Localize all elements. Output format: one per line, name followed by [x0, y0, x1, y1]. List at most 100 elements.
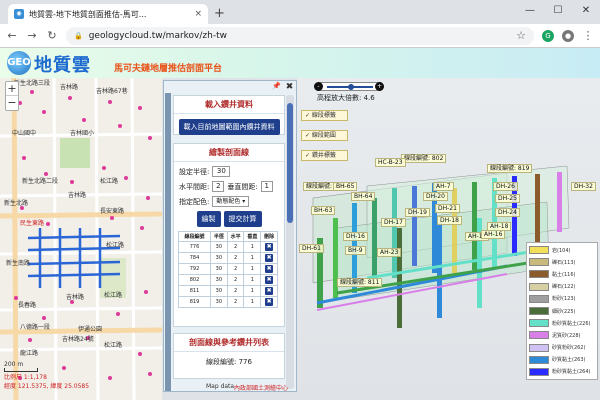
slider-handle[interactable] [348, 84, 354, 90]
map-label: 吉林路 [60, 84, 79, 91]
table-cell: 1 [243, 285, 262, 297]
delete-row-button[interactable]: ✖ [265, 276, 274, 284]
bookmark-star-icon[interactable]: ☆ [516, 29, 526, 42]
zoom-out-button[interactable]: − [6, 96, 18, 110]
legend-item: 粉砂(123) [529, 293, 595, 305]
table-cell: ✖ [260, 296, 278, 308]
browser-tab[interactable]: ◉ 地質雲-地下地質剖面推估-馬可... × [8, 4, 208, 24]
delete-row-button[interactable]: ✖ [265, 265, 274, 273]
zoom-in-button[interactable]: + [6, 82, 18, 96]
toggle-section-labels[interactable]: ✓ 線段標籤 [301, 110, 348, 121]
street-map[interactable]: 新生北路三段 吉林路 吉林路67巷 中山國中 吉林國小 新生北路二段 松江路 吉… [0, 78, 162, 400]
site-logo-text[interactable]: 地質雲 [34, 51, 91, 77]
panel-close-icon[interactable]: ✖ [286, 82, 294, 92]
legend-item: 砂質黏土(263) [529, 354, 595, 366]
tab-title: 地質雲-地下地質剖面推估-馬可... [29, 9, 147, 19]
panel-controls: 📌 ✖ [272, 82, 293, 92]
submit-compute-button[interactable]: 提交計算 [223, 211, 262, 227]
table-cell: 30 [209, 296, 228, 308]
table-cell: ✖ [260, 285, 278, 297]
v-spacing-input[interactable]: 1 [260, 181, 273, 192]
minimize-button[interactable]: — [516, 0, 544, 22]
section-label: 線段編號: 811 [337, 278, 383, 287]
draw-section-panel: 繪製剖面線 設定半徑: 30 水平間距: 2 垂直間距: 1 指定配色: 動態配… [173, 143, 285, 327]
borehole-label: AH-23 [377, 248, 402, 257]
toggle-section-range[interactable]: ✓ 線段範圍 [301, 130, 348, 141]
legend-swatch [529, 319, 549, 328]
slider-increase-button[interactable]: + [375, 82, 384, 91]
delete-row-button[interactable]: ✖ [265, 287, 274, 295]
map-label: 吉林路67巷 [96, 88, 128, 95]
map-scale: 200 m 比例尺 1:1,178 經度 121.5375, 緯度 25.058… [4, 361, 89, 390]
radius-input[interactable]: 30 [212, 166, 231, 177]
borehole-label: HC-B-23 [375, 158, 406, 167]
tab-close-icon[interactable]: × [194, 9, 202, 19]
map-label: 民生東路 [20, 220, 45, 227]
legend-label: 粉砂(123) [552, 296, 576, 303]
delete-row-button[interactable]: ✖ [265, 254, 274, 262]
borehole-label: BH-64 [351, 192, 376, 201]
back-icon[interactable]: ← [6, 29, 18, 42]
map-label: 長安東路 [100, 208, 125, 215]
map-label: 龍江路 [20, 350, 39, 357]
load-boreholes-button[interactable]: 載入目前地圖範圍內鑽井資料 [178, 119, 280, 135]
table-cell: 2 [226, 274, 245, 286]
legend-swatch [529, 331, 549, 340]
close-window-button[interactable]: ✕ [572, 0, 600, 22]
toggle-borehole-labels[interactable]: ✓ 鑽井標籤 [301, 150, 348, 161]
extension-icon[interactable]: G [542, 29, 554, 42]
pin-icon[interactable]: 📌 [272, 82, 281, 92]
map-label: 松江路 [106, 242, 125, 249]
browser-menu-icon[interactable]: ⋮ [582, 29, 594, 42]
table-row: 784 30 2 1 ✖ [178, 252, 278, 264]
draw-button[interactable]: 繪製 [196, 211, 221, 227]
section-label: 線段編號: 819 [487, 164, 533, 173]
forward-icon[interactable]: → [26, 29, 38, 42]
legend-item: 岩(104) [529, 244, 595, 256]
color-row: 指定配色: 動態配色 ▾ [179, 196, 279, 207]
v-spacing-label: 垂直間距: [227, 182, 258, 191]
account-avatar-icon[interactable]: ● [562, 29, 574, 42]
maximize-button[interactable]: ☐ [544, 0, 572, 22]
table-cell: 792 [178, 263, 211, 275]
legend-swatch [529, 343, 549, 352]
slider-decrease-button[interactable]: - [314, 82, 323, 91]
load-borehole-section: 載入鑽井資料 載入目前地圖範圍內鑽井資料 [173, 95, 285, 135]
table-cell: 30 [209, 274, 228, 286]
legend-label: 細砂(225) [552, 308, 576, 315]
section-lines-table: 線段編號 半徑 水平 垂直 刪除 776 30 2 1 ✖ 784 30 2 1 ✖ 792 30… [178, 231, 278, 308]
table-cell: 784 [178, 252, 211, 264]
borehole-label: BH-9 [345, 246, 366, 255]
new-tab-button[interactable]: + [214, 6, 225, 21]
legend-swatch [529, 258, 549, 267]
legend-swatch [529, 282, 549, 291]
elevation-ratio-text: 高程放大倍數: 4.6 [317, 94, 375, 102]
url-field[interactable]: 🔒 geologycloud.tw/markov/zh-tw ☆ [66, 26, 534, 45]
table-cell: ✖ [260, 274, 278, 286]
panel-scrollbar-thumb[interactable] [287, 103, 293, 223]
table-cell: 1 [243, 241, 262, 253]
table-row: 802 30 2 1 ✖ [178, 274, 278, 286]
delete-row-button[interactable]: ✖ [265, 298, 274, 306]
draw-section-title: 繪製剖面線 [174, 144, 284, 162]
delete-row-button[interactable]: ✖ [265, 243, 274, 251]
geology-3d-view[interactable]: - + 高程放大倍數: 4.6 ✓ 線段標籤 ✓ 線段範圍 ✓ 鑽井標籤 線段編… [297, 78, 600, 400]
legend-label: 黏土(116) [552, 271, 576, 278]
borehole-label: DH-18 [437, 216, 462, 225]
legend-item: 礫石(113) [529, 256, 595, 268]
map-label: 新生北路二段 [22, 178, 59, 185]
reload-icon[interactable]: ↻ [46, 29, 58, 42]
table-cell: 811 [178, 285, 211, 297]
legend-item: 砂質粉砂(262) [529, 342, 595, 354]
map-label: 八德路一段 [20, 324, 51, 331]
table-header: 垂直 [243, 231, 262, 242]
legend-label: 礫石(122) [552, 284, 576, 291]
lock-icon: 🔒 [74, 31, 83, 40]
browser-tab-strip: ◉ 地質雲-地下地質剖面推估-馬可... × + — ☐ ✕ [0, 0, 600, 24]
legend-item: 粉砂質黏土(226) [529, 317, 595, 329]
h-spacing-input[interactable]: 2 [212, 181, 225, 192]
map-label: 吉林路 [68, 192, 87, 199]
table-row: 811 30 2 1 ✖ [178, 285, 278, 297]
color-select[interactable]: 動態配色 ▾ [212, 196, 250, 207]
elevation-scale-slider[interactable]: - + [314, 82, 384, 91]
